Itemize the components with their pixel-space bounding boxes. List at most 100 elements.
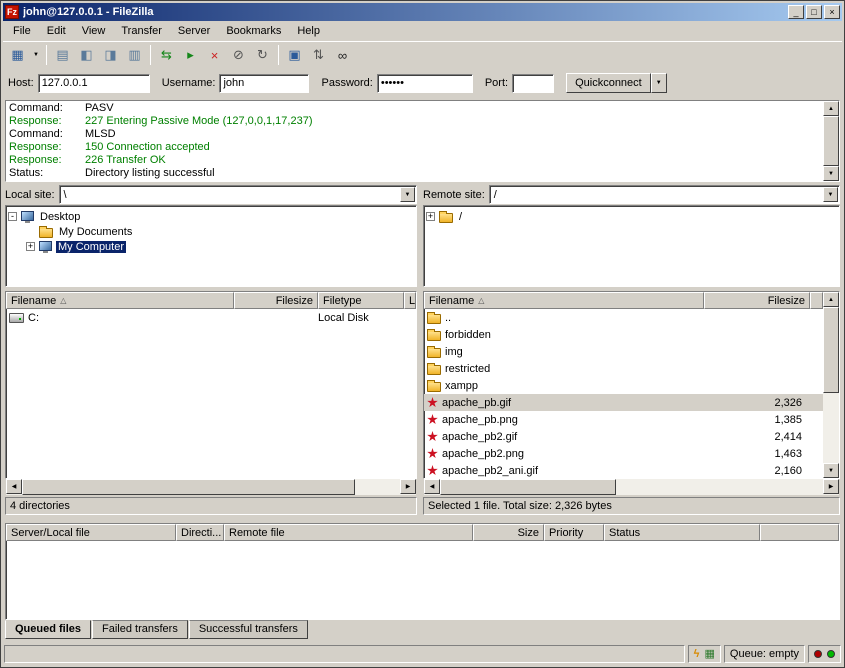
log-scrollbar[interactable]: ▲ ▼ [823,101,839,181]
remote-file-row[interactable]: .. [424,309,823,326]
indicator-grid-icon[interactable]: ▦ [705,649,715,660]
chevron-down-icon[interactable]: ▼ [400,187,415,202]
column-header-filesize[interactable]: Filesize [234,292,318,309]
remote-file-row[interactable]: restricted [424,360,823,377]
menu-item-view[interactable]: View [74,23,114,39]
tab-successful-transfers[interactable]: Successful transfers [189,620,308,639]
statusbar-icons: ϟ ▦ [688,645,721,663]
column-header-filename[interactable]: Filename△ [424,292,704,309]
tab-failed-transfers[interactable]: Failed transfers [92,620,188,639]
reconnect-button[interactable]: ↻ [251,44,274,66]
lightning-icon[interactable]: ϟ [694,649,700,660]
site-manager-dropdown[interactable]: ▼ [30,44,42,66]
column-header-filler [760,524,839,541]
disconnect-button[interactable]: ⊘ [227,44,250,66]
site-manager-button[interactable]: ▦ [6,44,29,66]
remote-file-row[interactable]: apache_pb.png 1,385 [424,411,823,428]
remote-file-row[interactable]: apache_pb2_ani.gif 2,160 [424,462,823,478]
expander-icon[interactable]: + [26,242,35,251]
column-header-status[interactable]: Status [604,524,760,541]
refresh-button[interactable]: ⇆ [155,44,178,66]
tree-item-my-computer[interactable]: + My Computer [8,239,414,254]
password-input[interactable] [377,74,473,93]
toggle-remote-tree-button[interactable]: ◨ [99,44,122,66]
scroll-down-button[interactable]: ▼ [823,463,839,478]
remote-vertical-scrollbar[interactable]: ▲ ▼ [823,292,839,478]
scroll-left-button[interactable]: ◀ [424,479,440,494]
remote-site-combobox[interactable]: / ▼ [489,185,840,204]
scroll-right-button[interactable]: ▶ [823,479,839,494]
remote-horizontal-scrollbar[interactable]: ◀ ▶ [424,479,839,495]
local-horizontal-scrollbar[interactable]: ◀ ▶ [6,479,416,495]
log-line-label: Command: [9,128,85,141]
log-line: Command:MLSD [9,128,820,141]
menu-item-transfer[interactable]: Transfer [113,23,170,39]
menu-item-file[interactable]: File [5,23,39,39]
toggle-message-log-button[interactable]: ▤ [51,44,74,66]
column-header-size[interactable]: Size [473,524,544,541]
scroll-thumb[interactable] [22,479,355,495]
log-line: Response:150 Connection accepted [9,141,820,154]
column-header-remote-file[interactable]: Remote file [224,524,473,541]
tree-item-label: / [457,211,464,223]
maximize-button[interactable]: □ [806,5,822,19]
remote-file-row[interactable]: xampp [424,377,823,394]
column-header-filename[interactable]: Filename△ [6,292,234,309]
tab-queued-files[interactable]: Queued files [5,620,91,639]
directory-comparison-button[interactable]: ▣ [283,44,306,66]
expander-icon[interactable]: + [426,212,435,221]
expander-icon[interactable]: - [8,212,17,221]
scroll-down-button[interactable]: ▼ [823,166,839,181]
menu-item-edit[interactable]: Edit [39,23,74,39]
port-input[interactable] [512,74,554,93]
close-button[interactable]: × [824,5,840,19]
process-queue-button[interactable]: ▸ [179,44,202,66]
remote-file-row[interactable]: apache_pb2.png 1,463 [424,445,823,462]
quickconnect-button[interactable]: Quickconnect [566,73,651,93]
column-header-server-local-file[interactable]: Server/Local file [6,524,176,541]
find-files-button[interactable]: ∞ [331,44,354,66]
filezilla-app-icon: Fz [5,5,19,19]
minimize-button[interactable]: _ [788,5,804,19]
log-line: Response:226 Transfer OK [9,154,820,167]
column-label: L [409,295,415,307]
scroll-left-button[interactable]: ◀ [6,479,22,494]
cancel-button[interactable]: × [203,44,226,66]
remote-file-row-selected[interactable]: apache_pb.gif 2,326 [424,394,823,411]
file-name: C: [28,312,39,324]
local-file-row[interactable]: C: Local Disk [6,309,416,326]
remote-file-row[interactable]: img [424,343,823,360]
column-header-filler [810,292,823,309]
tree-item-desktop[interactable]: - Desktop [8,209,414,224]
scroll-right-button[interactable]: ▶ [400,479,416,494]
scroll-thumb[interactable] [823,116,839,166]
tree-item-root[interactable]: + / [426,209,837,224]
column-header-direction[interactable]: Directi... [176,524,224,541]
scroll-thumb[interactable] [440,479,616,495]
menu-item-server[interactable]: Server [170,23,218,39]
site-manager-icon: ▦ [11,47,23,63]
synchronized-browsing-button[interactable]: ⇅ [307,44,330,66]
file-name: apache_pb.gif [442,397,511,409]
quickconnect-dropdown[interactable]: ▼ [651,73,667,93]
menu-item-bookmarks[interactable]: Bookmarks [218,23,289,39]
toggle-transfer-queue-button[interactable]: ▥ [123,44,146,66]
menu-item-help[interactable]: Help [289,23,328,39]
remote-file-row[interactable]: apache_pb2.gif 2,414 [424,428,823,445]
column-header-priority[interactable]: Priority [544,524,604,541]
scroll-up-button[interactable]: ▲ [823,101,839,116]
host-input[interactable] [38,74,150,93]
chevron-down-icon[interactable]: ▼ [823,187,838,202]
toggle-local-tree-button[interactable]: ◧ [75,44,98,66]
scroll-up-button[interactable]: ▲ [823,292,839,307]
remote-file-row[interactable]: forbidden [424,326,823,343]
horizontal-splitter[interactable] [3,515,842,523]
column-header-filesize[interactable]: Filesize [704,292,810,309]
tree-item-my-documents[interactable]: My Documents [8,224,414,239]
username-input[interactable] [219,74,309,93]
tree-item-label: My Documents [57,226,134,238]
column-header-last-modified[interactable]: L [404,292,416,309]
column-header-filetype[interactable]: Filetype [318,292,404,309]
scroll-thumb[interactable] [823,307,839,393]
local-site-combobox[interactable]: \ ▼ [59,185,417,204]
